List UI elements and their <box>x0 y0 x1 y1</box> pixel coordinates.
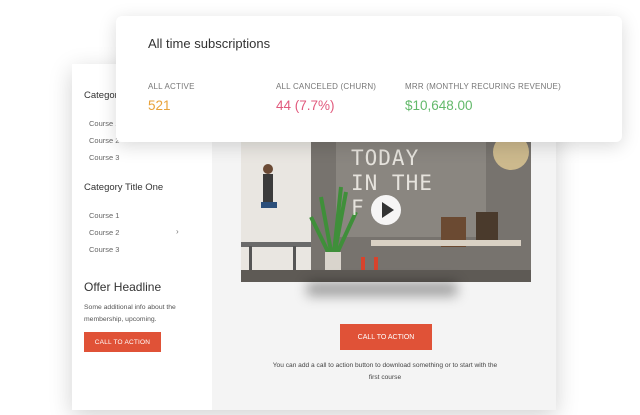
main-description: You can add a call to action button to d… <box>272 362 498 381</box>
stats-title: All time subscriptions <box>148 36 271 51</box>
stat-value-canceled: 44 (7.7%) <box>276 98 335 113</box>
sidebar-course-item[interactable]: Course 3 <box>89 245 119 254</box>
offer-headline: Offer Headline <box>84 280 162 294</box>
offer-text: Some additional info about the membershi… <box>84 304 176 323</box>
sidebar-course-item[interactable]: Course 3 <box>89 153 119 162</box>
stat-label-mrr: MRR (MONTHLY RECURING REVENUE) <box>405 82 561 91</box>
sidebar-course-item[interactable]: Course 2 <box>89 136 119 145</box>
subscriptions-stats-card: All time subscriptions ALL ACTIVE 521 AL… <box>116 16 622 142</box>
stat-label-canceled: ALL CANCELED (CHURN) <box>276 82 377 91</box>
video-shadow <box>307 282 457 296</box>
category-title: Category Title One <box>84 182 164 193</box>
sidebar-cta-button[interactable]: CALL TO ACTION <box>84 332 161 352</box>
stat-value-mrr: $10,648.00 <box>405 98 473 113</box>
chevron-right-icon[interactable]: › <box>176 227 179 236</box>
stat-label-active: ALL ACTIVE <box>148 82 195 91</box>
stat-value-active: 521 <box>148 98 171 113</box>
sidebar-course-item[interactable]: Course 1 <box>89 211 119 220</box>
video-player[interactable]: TODAY IN THE F <box>241 142 531 282</box>
main-cta-button[interactable]: CALL TO ACTION <box>340 324 432 350</box>
sidebar-course-item[interactable]: Course 1 <box>89 119 119 128</box>
play-icon[interactable] <box>371 195 401 225</box>
sidebar-course-item[interactable]: Course 2 <box>89 228 119 237</box>
